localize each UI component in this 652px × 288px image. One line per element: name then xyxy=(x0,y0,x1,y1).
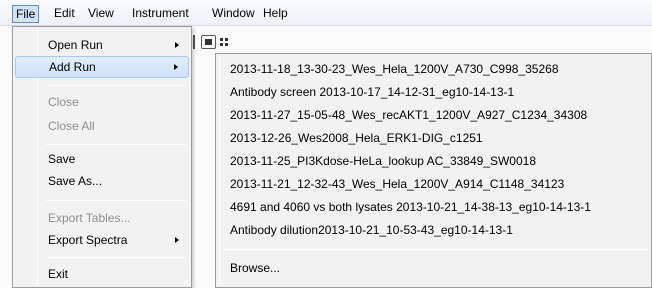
menu-separator xyxy=(46,144,186,145)
menu-separator xyxy=(224,249,648,250)
menu-bar: File Edit View Instrument Window Help xyxy=(0,0,652,26)
menu-item-label: Save As... xyxy=(48,174,103,188)
menu-item-export-spectra[interactable]: Export Spectra xyxy=(15,229,189,251)
add-run-submenu: 2013-11-18_13-30-23_Wes_Hela_1200V_A730_… xyxy=(215,53,652,288)
menu-separator xyxy=(46,200,186,201)
menu-item-label: Browse... xyxy=(230,261,281,275)
background-toolbar xyxy=(191,33,231,51)
menu-file[interactable]: File xyxy=(12,5,40,23)
recent-run-item[interactable]: Antibody screen 2013-10-17_14-12-31_eg10… xyxy=(220,81,648,104)
application-window: File Edit View Instrument Window Help Op… xyxy=(0,0,652,288)
recent-run-label: 4691 and 4060 vs both lysates 2013-10-21… xyxy=(230,200,591,214)
toolbar-separator xyxy=(193,35,195,49)
menu-window[interactable]: Window xyxy=(212,5,255,22)
file-menu-dropdown: Open Run Add Run Close Close All Save Sa… xyxy=(12,26,192,288)
recent-run-item[interactable]: 2013-11-27_15-05-48_Wes_recAKT1_1200V_A9… xyxy=(220,104,648,127)
submenu-arrow-icon xyxy=(175,42,179,48)
menu-item-label: Open Run xyxy=(48,38,103,52)
menu-separator xyxy=(46,85,186,86)
recent-run-item[interactable]: 4691 and 4060 vs both lysates 2013-10-21… xyxy=(220,196,648,219)
menu-item-open-run[interactable]: Open Run xyxy=(15,34,189,56)
menu-item-save[interactable]: Save xyxy=(15,148,189,170)
menu-item-label: Exit xyxy=(48,267,69,281)
menu-instrument[interactable]: Instrument xyxy=(132,5,189,22)
single-view-icon[interactable] xyxy=(201,35,216,49)
menu-item-label: Save xyxy=(48,152,76,166)
recent-run-label: 2013-12-26_Wes2008_Hela_ERK1-DIG_c1251 xyxy=(230,131,483,145)
recent-run-label: 2013-11-25_PI3Kdose-HeLa_lookup AC_33849… xyxy=(230,154,537,168)
menu-item-label: Export Tables... xyxy=(48,211,131,225)
recent-run-item[interactable]: Antibody dilution2013-10-21_10-53-43_eg1… xyxy=(220,219,648,242)
menu-item-label: Add Run xyxy=(49,60,96,74)
menu-item-browse[interactable]: Browse... xyxy=(220,257,648,280)
menu-item-exit[interactable]: Exit xyxy=(15,263,189,285)
menu-item-save-as[interactable]: Save As... xyxy=(15,170,189,192)
recent-run-label: 2013-11-18_13-30-23_Wes_Hela_1200V_A730_… xyxy=(230,62,559,76)
menu-item-close[interactable]: Close xyxy=(15,91,189,113)
recent-run-label: Antibody dilution2013-10-21_10-53-43_eg1… xyxy=(230,223,513,237)
recent-run-label: 2013-11-21_12-32-43_Wes_Hela_1200V_A914_… xyxy=(230,177,565,191)
recent-run-item[interactable]: 2013-11-25_PI3Kdose-HeLa_lookup AC_33849… xyxy=(220,150,648,173)
menu-item-export-tables[interactable]: Export Tables... xyxy=(15,207,189,229)
menu-edit[interactable]: Edit xyxy=(54,5,75,22)
recent-run-label: 2013-11-27_15-05-48_Wes_recAKT1_1200V_A9… xyxy=(230,108,588,122)
submenu-arrow-icon xyxy=(175,237,179,243)
recent-run-item[interactable]: 2013-11-18_13-30-23_Wes_Hela_1200V_A730_… xyxy=(220,58,648,81)
menu-help[interactable]: Help xyxy=(263,5,288,22)
menu-item-close-all[interactable]: Close All xyxy=(15,115,189,137)
menu-item-label: Close All xyxy=(48,119,95,133)
recent-run-item[interactable]: 2013-12-26_Wes2008_Hela_ERK1-DIG_c1251 xyxy=(220,127,648,150)
submenu-arrow-icon xyxy=(174,64,178,70)
menu-item-label: Export Spectra xyxy=(48,233,128,247)
menu-view[interactable]: View xyxy=(88,5,114,22)
menu-item-label: Close xyxy=(48,95,79,109)
grid-view-icon[interactable] xyxy=(220,38,229,47)
menu-separator xyxy=(46,257,186,258)
recent-run-item[interactable]: 2013-11-21_12-32-43_Wes_Hela_1200V_A914_… xyxy=(220,173,648,196)
recent-run-label: Antibody screen 2013-10-17_14-12-31_eg10… xyxy=(230,85,515,99)
menu-item-add-run[interactable]: Add Run xyxy=(15,56,189,78)
